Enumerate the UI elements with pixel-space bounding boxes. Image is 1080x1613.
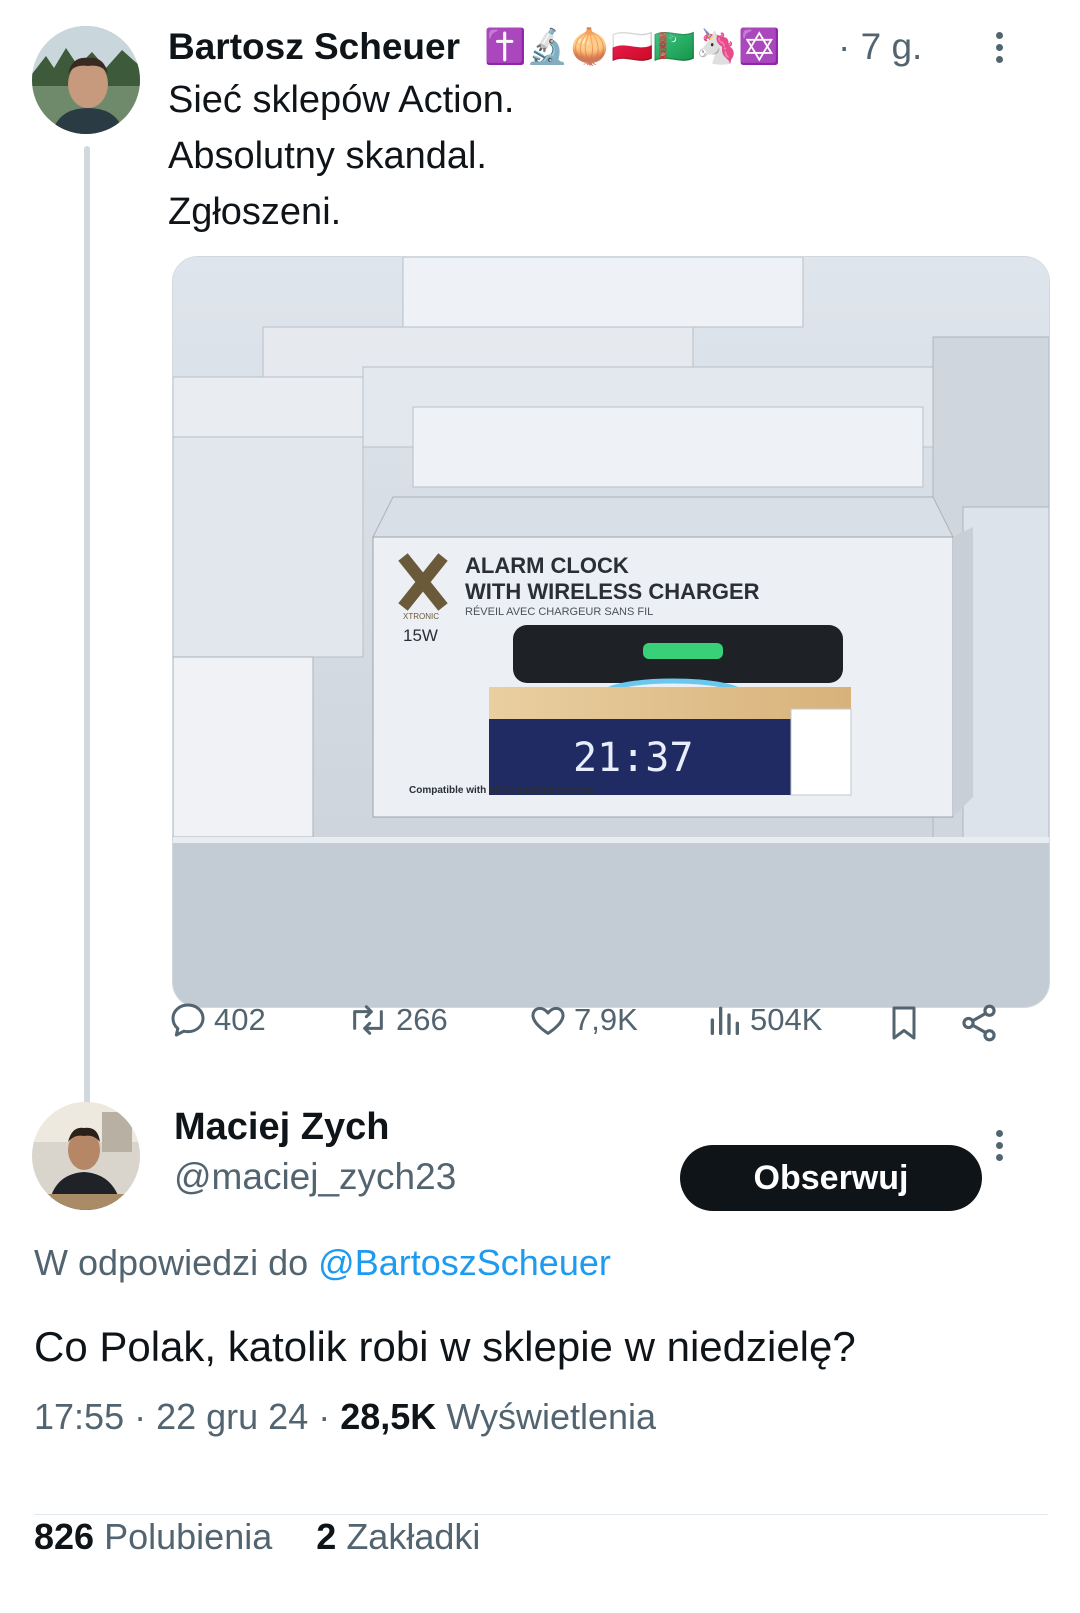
clock-display-time: 21:37 [573, 735, 693, 781]
likes-label: Polubienia [104, 1516, 273, 1557]
reply-author-name[interactable]: Maciej Zych [174, 1102, 389, 1152]
tweet-text: Sieć sklepów Action. Absolutny skandal. … [168, 72, 514, 240]
views-action[interactable]: 504K [704, 1000, 822, 1040]
reply-time: 17:55 [34, 1396, 125, 1437]
box-subtitle: RÉVEIL AVEC CHARGEUR SANS FIL [465, 605, 653, 618]
like-action[interactable]: 7,9K [528, 1000, 638, 1040]
bookmarks-label: Zakładki [346, 1516, 481, 1557]
tweet-image[interactable]: ALARM CLOCK WITH WIRELESS CHARGER RÉVEIL… [172, 256, 1050, 1008]
reply-author-avatar[interactable] [32, 1102, 140, 1210]
box-power: 15W [403, 626, 438, 645]
repost-icon [353, 1005, 383, 1035]
follow-button[interactable]: Obserwuj [680, 1145, 982, 1211]
reply-icon [171, 1003, 205, 1037]
author-name[interactable]: Bartosz Scheuer [168, 22, 460, 72]
box-title-line-2: WITH WIRELESS CHARGER [465, 579, 760, 604]
reply-count: 402 [214, 1002, 266, 1037]
in-reply-prefix: W odpowiedzi do [34, 1242, 309, 1283]
likes-count: 826 [34, 1516, 95, 1557]
reply-action[interactable]: 402 [168, 1000, 266, 1040]
tweet-text-line: Zgłoszeni. [168, 191, 342, 233]
heart-icon [531, 1006, 565, 1035]
box-brand: XTRONIC [403, 612, 439, 621]
tweet-text-line: Sieć sklepów Action. [168, 79, 515, 121]
reply-meta: 17:55 · 22 gru 24 · 28,5K Wyświetlenia [34, 1396, 657, 1437]
author-name-emojis: ✝️🔬🧅🇵🇱🇹🇲🦄✡️ [484, 27, 781, 67]
share-icon[interactable] [958, 1002, 1000, 1049]
thread-line [84, 146, 90, 1131]
tweet-text-line: Absolutny skandal. [168, 135, 487, 177]
reply-text: Co Polak, katolik robi w sklepie w niedz… [34, 1323, 856, 1370]
bookmarks-stat[interactable]: 2 Zakładki [316, 1516, 480, 1557]
reply-views-label: Wyświetlenia [446, 1396, 657, 1437]
views-count: 504K [750, 1002, 823, 1037]
reply-author-handle[interactable]: @maciej_zych23 [174, 1152, 456, 1202]
views-chart-icon [710, 1006, 739, 1035]
in-reply-handle-link[interactable]: @BartoszScheuer [318, 1242, 611, 1283]
repost-count: 266 [396, 1002, 448, 1037]
reply-engagement: 826 Polubienia 2 Zakładki [34, 1512, 480, 1562]
reply-views-count: 28,5K [340, 1396, 437, 1437]
box-compat: Compatible with all Qi enabled devices [409, 785, 594, 796]
reply-date: 22 gru 24 [156, 1396, 309, 1437]
in-reply-to: W odpowiedzi do @BartoszScheuer [34, 1238, 611, 1288]
likes-stat[interactable]: 826 Polubienia [34, 1516, 272, 1557]
more-options-icon[interactable] [994, 32, 1004, 68]
like-count: 7,9K [574, 1002, 638, 1037]
bookmark-icon[interactable] [884, 1002, 924, 1049]
bookmarks-count: 2 [316, 1516, 337, 1557]
reply-more-options-icon[interactable] [994, 1130, 1004, 1166]
box-title-line-1: ALARM CLOCK [465, 553, 629, 578]
author-avatar[interactable] [32, 26, 140, 134]
post-time[interactable]: · 7 g. [838, 22, 922, 72]
repost-action[interactable]: 266 [346, 1000, 448, 1040]
